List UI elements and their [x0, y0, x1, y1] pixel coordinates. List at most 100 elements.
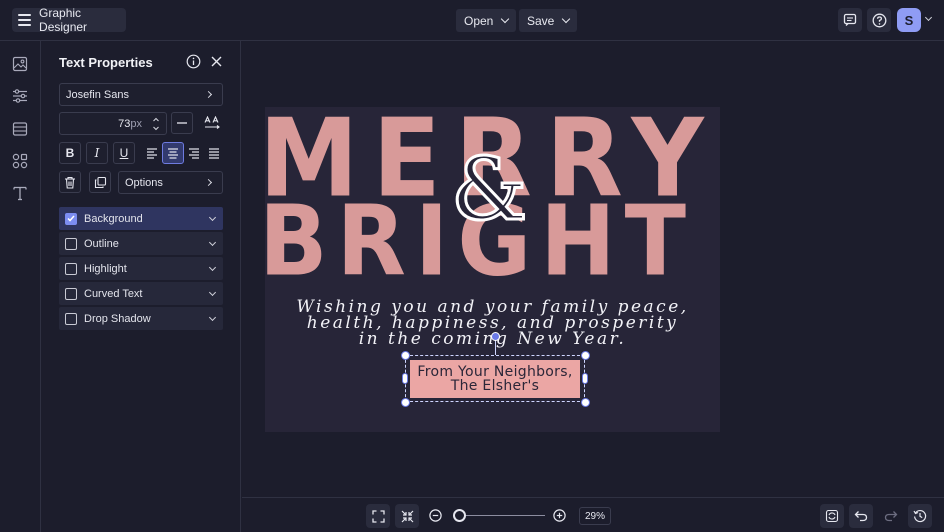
rotate-connector — [495, 340, 496, 355]
font-family-select[interactable]: Josefin Sans — [59, 83, 223, 106]
property-checkbox[interactable] — [65, 312, 77, 325]
zoom-level-input[interactable]: 29% — [579, 507, 611, 525]
user-avatar[interactable]: S — [897, 8, 921, 32]
sliders-icon[interactable] — [12, 88, 28, 104]
hamburger-icon — [18, 14, 32, 26]
property-label: Background — [84, 212, 143, 225]
chevron-right-icon — [204, 90, 213, 99]
info-icon[interactable] — [186, 54, 201, 69]
refresh-icon — [825, 509, 839, 523]
property-row[interactable]: Outline — [59, 232, 223, 255]
delete-button[interactable] — [59, 171, 81, 193]
resize-handle-bottom-left[interactable] — [401, 398, 410, 407]
property-label: Highlight — [84, 262, 127, 275]
elements-icon[interactable] — [12, 153, 28, 169]
save-button[interactable]: Save — [519, 9, 578, 32]
text-icon[interactable] — [12, 185, 28, 201]
open-label: Open — [464, 13, 494, 28]
chevron-down-icon[interactable] — [208, 213, 217, 222]
chevron-down-icon[interactable] — [208, 238, 217, 247]
property-checkbox[interactable] — [65, 212, 77, 225]
check-icon — [67, 215, 75, 222]
left-rail — [0, 41, 41, 532]
selection-box[interactable] — [405, 355, 585, 402]
history-button[interactable] — [908, 504, 932, 528]
layout-icon[interactable] — [12, 121, 28, 137]
align-right-icon — [189, 147, 199, 159]
text-case-icon — [204, 116, 220, 129]
bold-icon: B — [65, 146, 75, 160]
history-icon — [913, 509, 927, 523]
shrink-icon — [401, 510, 413, 522]
resize-handle-top-right[interactable] — [581, 351, 590, 360]
open-button[interactable]: Open — [456, 9, 517, 32]
zoom-out-icon[interactable] — [429, 509, 442, 522]
stepper-icon[interactable] — [152, 116, 160, 132]
property-row[interactable]: Drop Shadow — [59, 307, 223, 330]
rotate-handle[interactable] — [491, 332, 500, 341]
property-label: Outline — [84, 237, 119, 250]
options-label: Options — [125, 176, 163, 189]
text-properties-panel: Text Properties Josefin Sans 73 px B I U … — [41, 41, 241, 532]
zoom-slider-thumb[interactable] — [453, 509, 466, 522]
redo-button[interactable] — [879, 504, 903, 528]
align-justify-icon — [209, 147, 219, 159]
property-checkbox[interactable] — [65, 262, 77, 275]
line-height-button[interactable] — [171, 112, 193, 134]
property-label: Curved Text — [84, 287, 143, 300]
font-size-input[interactable]: 73 px — [59, 112, 167, 135]
expand-icon — [371, 509, 385, 523]
align-center-button[interactable] — [162, 142, 184, 164]
property-row[interactable]: Background — [59, 207, 223, 230]
property-checkbox[interactable] — [65, 287, 77, 300]
chevron-down-icon[interactable] — [208, 288, 217, 297]
top-bar: Graphic Designer Open Save S — [0, 0, 944, 41]
align-center-icon — [168, 147, 178, 159]
zoom-value: 29 — [584, 510, 597, 522]
text-case-button[interactable] — [201, 112, 223, 134]
zoom-in-icon[interactable] — [553, 509, 566, 522]
resize-handle-left[interactable] — [402, 373, 408, 384]
fit-screen-button[interactable] — [366, 504, 390, 528]
zoom-slider-track[interactable] — [459, 515, 545, 516]
undo-button[interactable] — [849, 504, 873, 528]
close-icon[interactable] — [210, 55, 223, 68]
duplicate-button[interactable] — [89, 171, 111, 193]
undo-icon — [854, 511, 868, 522]
zoom-unit: % — [596, 510, 606, 522]
resize-handle-top-left[interactable] — [401, 351, 410, 360]
app-menu-button[interactable]: Graphic Designer — [12, 6, 126, 34]
minus-icon — [177, 122, 187, 124]
property-row[interactable]: Highlight — [59, 257, 223, 280]
font-family-value: Josefin Sans — [66, 88, 129, 101]
align-right-button[interactable] — [183, 142, 205, 164]
align-left-button[interactable] — [141, 142, 163, 164]
comments-button[interactable] — [838, 8, 862, 32]
shrink-button[interactable] — [395, 504, 419, 528]
image-icon[interactable] — [12, 56, 28, 72]
align-justify-button[interactable] — [203, 142, 225, 164]
refresh-button[interactable] — [820, 504, 844, 528]
duplicate-icon — [94, 176, 106, 188]
underline-icon: U — [119, 146, 129, 160]
resize-handle-bottom-right[interactable] — [581, 398, 590, 407]
help-icon — [872, 13, 886, 27]
font-size-unit: px — [130, 117, 142, 130]
app-title: Graphic Designer — [39, 6, 88, 34]
bold-button[interactable]: B — [59, 142, 81, 164]
resize-handle-right[interactable] — [582, 373, 588, 384]
underline-button[interactable]: U — [113, 142, 135, 164]
redo-icon — [884, 511, 898, 522]
chevron-down-icon — [501, 14, 510, 24]
help-button[interactable] — [867, 8, 891, 32]
chevron-down-icon[interactable] — [208, 263, 217, 272]
panel-title: Text Properties — [59, 55, 153, 70]
chevron-down-icon[interactable] — [924, 13, 933, 22]
italic-button[interactable]: I — [86, 142, 108, 164]
chevron-down-icon[interactable] — [208, 313, 217, 322]
property-checkbox[interactable] — [65, 237, 77, 250]
property-row[interactable]: Curved Text — [59, 282, 223, 305]
options-button[interactable]: Options — [118, 171, 223, 194]
ampersand-glyph[interactable]: & — [450, 146, 530, 235]
italic-icon: I — [94, 146, 100, 160]
